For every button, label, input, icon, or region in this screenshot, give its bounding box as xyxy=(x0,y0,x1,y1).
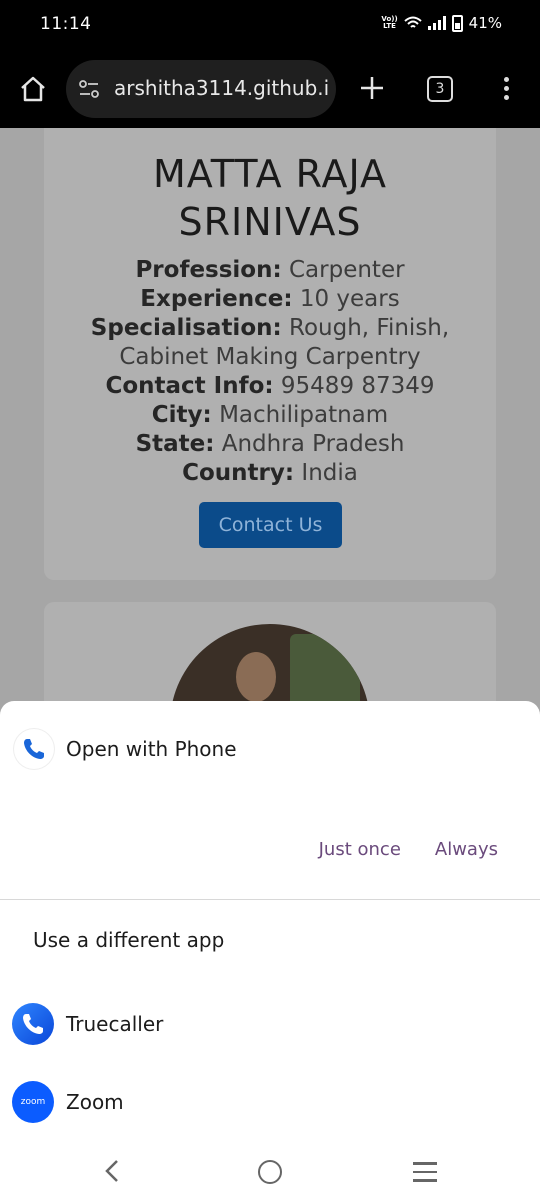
browser-toolbar: arshitha3114.github.io 3 xyxy=(0,50,540,128)
always-button[interactable]: Always xyxy=(435,839,498,860)
profession-label: Profession: xyxy=(135,257,282,283)
volte-icon: Vo)) LTE xyxy=(381,16,397,30)
worker-details: Profession: Carpenter Experience: 10 yea… xyxy=(44,256,496,488)
just-once-button[interactable]: Just once xyxy=(319,839,401,860)
phone-app-icon xyxy=(14,729,54,769)
specialisation-label: Specialisation: xyxy=(90,315,282,341)
zoom-icon-text: zoom xyxy=(20,1097,46,1107)
signal-icon xyxy=(427,16,446,30)
url-text: arshitha3114.github.io xyxy=(114,76,330,100)
battery-percent: 41% xyxy=(468,14,502,32)
city-label: City: xyxy=(151,402,212,428)
city-row: City: Machilipatnam xyxy=(44,401,496,430)
status-time: 11:14 xyxy=(40,14,92,34)
name-line-1: MATTA RAJA xyxy=(152,152,388,196)
profile-card: MATTA RAJA SRINIVAS Profession: Carpente… xyxy=(44,128,496,580)
contact-value: 95489 87349 xyxy=(280,373,435,399)
truecaller-icon xyxy=(12,1003,54,1045)
app-option-zoom[interactable]: zoom Zoom xyxy=(12,1080,124,1124)
divider xyxy=(0,899,540,900)
state-value: Andhra Pradesh xyxy=(221,431,405,457)
recents-icon[interactable] xyxy=(413,1162,437,1182)
back-icon[interactable] xyxy=(100,1158,126,1184)
truecaller-label: Truecaller xyxy=(66,1012,164,1036)
profession-value: Carpenter xyxy=(289,257,405,283)
battery-icon xyxy=(451,14,463,32)
state-label: State: xyxy=(135,431,215,457)
app-option-truecaller[interactable]: Truecaller xyxy=(12,1002,163,1046)
country-label: Country: xyxy=(182,460,295,486)
experience-label: Experience: xyxy=(140,286,293,312)
different-app-heading: Use a different app xyxy=(33,928,225,952)
volte-text-2: LTE xyxy=(383,22,396,30)
status-icons: Vo)) LTE 41% xyxy=(381,14,502,32)
zoom-icon: zoom xyxy=(12,1081,54,1123)
overflow-menu-icon[interactable] xyxy=(496,74,516,104)
specialisation-value-2: Cabinet Making Carpentry xyxy=(119,344,421,370)
contact-row: Contact Info: 95489 87349 xyxy=(44,372,496,401)
country-value: India xyxy=(301,460,358,486)
specialisation-value-1: Rough, Finish, xyxy=(289,315,450,341)
open-with-header: Open with Phone xyxy=(14,725,237,773)
specialisation-row: Specialisation: Rough, Finish, xyxy=(44,314,496,343)
contact-label: Contact Info: xyxy=(105,373,274,399)
country-row: Country: India xyxy=(44,459,496,488)
tab-switcher-button[interactable]: 3 xyxy=(427,76,453,102)
home-icon[interactable] xyxy=(18,74,48,104)
zoom-label: Zoom xyxy=(66,1090,124,1114)
address-bar[interactable]: arshitha3114.github.io xyxy=(66,60,336,118)
city-value: Machilipatnam xyxy=(219,402,389,428)
site-settings-icon[interactable] xyxy=(78,78,100,100)
new-tab-icon[interactable] xyxy=(356,72,388,104)
contact-us-button[interactable]: Contact Us xyxy=(199,502,342,548)
sheet-actions: Just once Always xyxy=(319,839,498,860)
profession-row: Profession: Carpenter xyxy=(44,256,496,285)
open-with-title: Open with Phone xyxy=(66,737,237,761)
system-nav-bar xyxy=(0,1140,540,1200)
wifi-icon xyxy=(403,16,422,28)
open-with-sheet: Open with Phone Just once Always Use a d… xyxy=(0,701,540,1200)
experience-row: Experience: 10 years xyxy=(44,285,496,314)
worker-name: MATTA RAJA SRINIVAS xyxy=(44,150,496,246)
status-bar: 11:14 Vo)) LTE 41% xyxy=(0,0,540,50)
experience-value: 10 years xyxy=(299,286,400,312)
home-nav-icon[interactable] xyxy=(258,1160,282,1184)
name-line-2: SRINIVAS xyxy=(178,200,362,244)
state-row: State: Andhra Pradesh xyxy=(44,430,496,459)
